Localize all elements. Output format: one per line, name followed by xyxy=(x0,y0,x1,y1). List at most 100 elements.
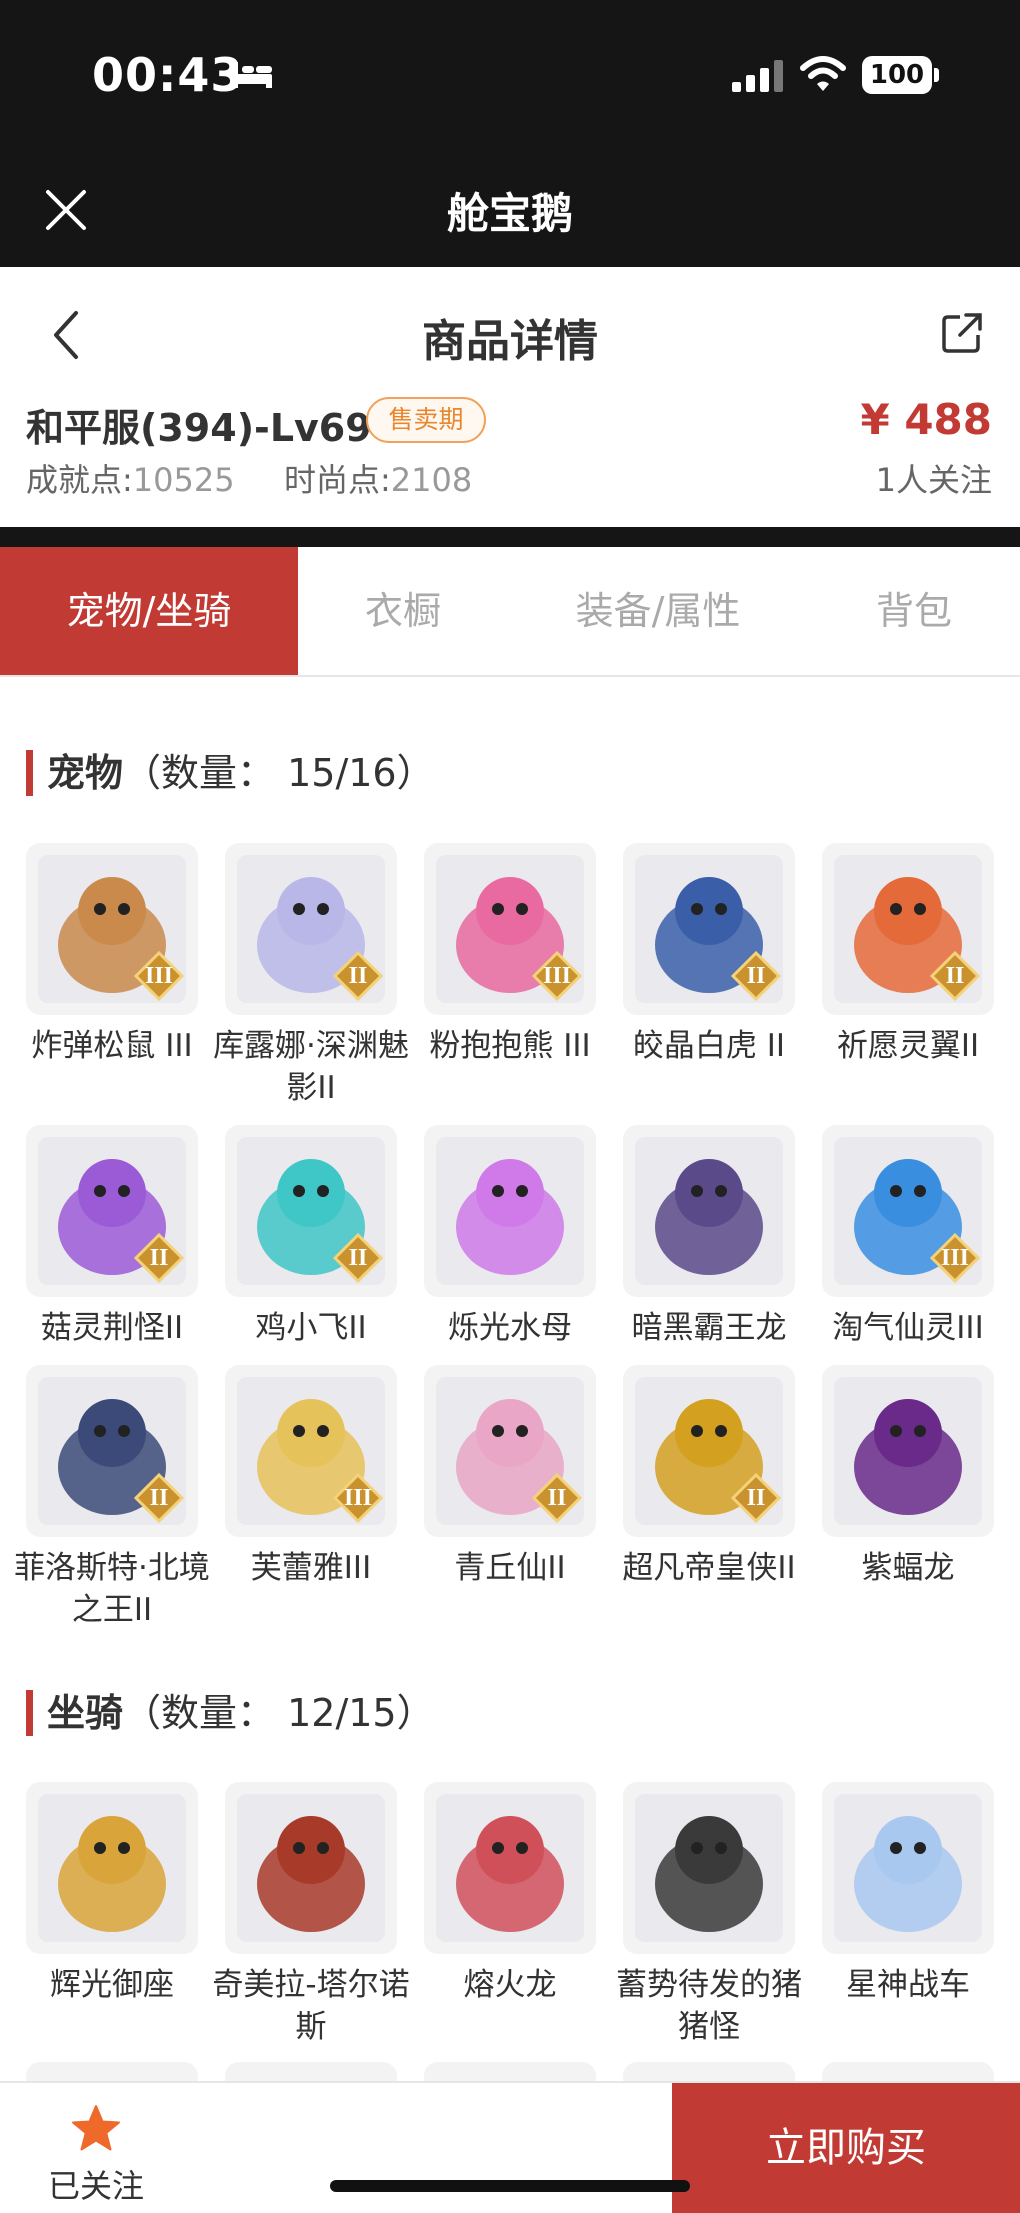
tier-label: II xyxy=(348,1245,368,1271)
item-card[interactable]: III 芙蕾雅III xyxy=(225,1365,397,1589)
tab-backpack[interactable]: 背包 xyxy=(808,547,1020,675)
tab-pets-mounts[interactable]: 宠物/坐骑 xyxy=(0,547,298,675)
item-card[interactable]: 烁光水母 xyxy=(424,1125,596,1349)
item-name: 鸡小飞II xyxy=(255,1310,367,1346)
next-row-thumb xyxy=(225,2062,397,2082)
achievement-label: 成就点: xyxy=(26,461,133,499)
mounts-title-text: 坐骑 xyxy=(47,1691,124,1735)
item-card[interactable]: 紫蝠龙 xyxy=(822,1365,994,1589)
item-name: 星神战车 xyxy=(846,1967,970,2003)
fashion-label: 时尚点: xyxy=(284,461,391,499)
next-row-thumb xyxy=(424,2062,596,2082)
signal-icon xyxy=(732,60,783,92)
fashion-points: 时尚点:2108 xyxy=(284,455,472,501)
product-price: ¥ 488 xyxy=(860,395,992,444)
item-card[interactable]: II 皎晶白虎 II xyxy=(623,843,795,1067)
item-card[interactable]: 奇美拉-塔尔诺斯 xyxy=(212,1782,410,2048)
tier-badge: III xyxy=(532,951,582,1001)
item-name: 芙蕾雅III xyxy=(250,1550,372,1586)
item-name: 奇美拉-塔尔诺斯 xyxy=(212,1967,410,2045)
tier-badge: III xyxy=(930,1233,980,1283)
item-card[interactable]: III 炸弹松鼠 III xyxy=(26,843,198,1067)
item-thumbnail: II xyxy=(424,1365,596,1537)
item-card[interactable]: II 超凡帝皇侠II xyxy=(622,1365,796,1589)
star-icon[interactable] xyxy=(70,2103,122,2155)
item-art xyxy=(834,1794,982,1942)
item-card[interactable]: III 粉抱抱熊 III xyxy=(424,843,596,1067)
item-card[interactable]: 辉光御座 xyxy=(26,1782,198,2006)
item-thumbnail xyxy=(822,1365,994,1537)
item-card[interactable]: 熔火龙 xyxy=(424,1782,596,2006)
item-art xyxy=(436,1137,584,1285)
item-card[interactable]: 暗黑霸王龙 xyxy=(623,1125,795,1349)
item-name: 紫蝠龙 xyxy=(861,1550,955,1586)
sleep-mode-icon xyxy=(232,62,272,88)
home-indicator xyxy=(330,2180,690,2192)
pets-count: （数量： 15/16） xyxy=(123,751,435,795)
page-title: 商品详情 xyxy=(422,316,598,367)
item-name: 菇灵荆怪II xyxy=(40,1310,184,1346)
tier-badge: II xyxy=(134,1473,184,1523)
tier-badge: II xyxy=(532,1473,582,1523)
share-icon[interactable] xyxy=(940,311,984,355)
tab-bar: 宠物/坐骑 衣橱 装备/属性 背包 xyxy=(0,547,1020,677)
battery-indicator: 100 xyxy=(862,56,932,94)
item-card[interactable]: 星神战车 xyxy=(822,1782,994,2006)
mounts-count: （数量： 12/15） xyxy=(123,1691,435,1735)
tier-badge: II xyxy=(134,1233,184,1283)
pets-section-title: 宠物（数量： 15/16） xyxy=(26,750,435,796)
follow-button-label[interactable]: 已关注 xyxy=(40,2161,152,2207)
sale-status-badge: 售卖期 xyxy=(366,397,486,443)
tab-equipment[interactable]: 装备/属性 xyxy=(508,547,808,675)
buy-now-button[interactable]: 立即购买 xyxy=(672,2083,1020,2213)
product-title: 和平服(394)-Lv69 xyxy=(26,406,372,450)
item-name: 蓄势待发的猪猪怪 xyxy=(616,1967,802,2045)
item-name: 淘气仙灵III xyxy=(832,1310,984,1346)
battery-nub xyxy=(934,68,939,82)
item-card[interactable]: III 淘气仙灵III xyxy=(822,1125,994,1349)
status-time: 00:43 xyxy=(92,48,244,102)
item-thumbnail xyxy=(424,1782,596,1954)
item-thumbnail: III xyxy=(26,843,198,1015)
item-thumbnail: II xyxy=(623,1365,795,1537)
item-art xyxy=(436,1794,584,1942)
tier-label: III xyxy=(940,1245,970,1271)
next-row-thumb xyxy=(822,2062,994,2082)
item-card[interactable]: II 青丘仙II xyxy=(424,1365,596,1589)
tier-badge: II xyxy=(731,1473,781,1523)
item-card[interactable]: II 鸡小飞II xyxy=(225,1125,397,1349)
tier-label: II xyxy=(746,1485,766,1511)
item-name: 青丘仙II xyxy=(454,1550,566,1586)
item-thumbnail: III xyxy=(822,1125,994,1297)
item-thumbnail: II xyxy=(822,843,994,1015)
tier-badge: II xyxy=(930,951,980,1001)
tier-badge: II xyxy=(333,1233,383,1283)
achievement-points: 成就点:10525 xyxy=(26,455,235,501)
item-card[interactable]: II 祈愿灵翼II xyxy=(822,843,994,1067)
divider-band xyxy=(0,527,1020,547)
item-name: 辉光御座 xyxy=(50,1967,174,2003)
item-thumbnail xyxy=(424,1125,596,1297)
item-thumbnail xyxy=(225,1782,397,1954)
item-card[interactable]: II 菇灵荆怪II xyxy=(26,1125,198,1349)
item-name: 熔火龙 xyxy=(463,1967,557,2003)
item-thumbnail: II xyxy=(225,843,397,1015)
item-card[interactable]: II 菲洛斯特·北境之王II xyxy=(14,1365,210,1631)
item-thumbnail: III xyxy=(424,843,596,1015)
mounts-section-title: 坐骑（数量： 12/15） xyxy=(26,1690,435,1736)
item-card[interactable]: II 库露娜·深渊魅影II xyxy=(213,843,409,1109)
tier-label: II xyxy=(149,1245,169,1271)
next-row-thumb xyxy=(623,2062,795,2082)
item-art xyxy=(237,1794,385,1942)
item-thumbnail: III xyxy=(225,1365,397,1537)
pets-title-text: 宠物 xyxy=(47,751,124,795)
tier-badge: II xyxy=(333,951,383,1001)
item-card[interactable]: 蓄势待发的猪猪怪 xyxy=(616,1782,802,2048)
item-art xyxy=(834,1377,982,1525)
item-name: 粉抱抱熊 III xyxy=(429,1028,591,1064)
tab-wardrobe[interactable]: 衣橱 xyxy=(298,547,508,675)
item-name: 皎晶白虎 II xyxy=(632,1028,786,1064)
tier-badge: III xyxy=(134,951,184,1001)
tier-label: III xyxy=(542,963,572,989)
item-thumbnail xyxy=(26,1782,198,1954)
